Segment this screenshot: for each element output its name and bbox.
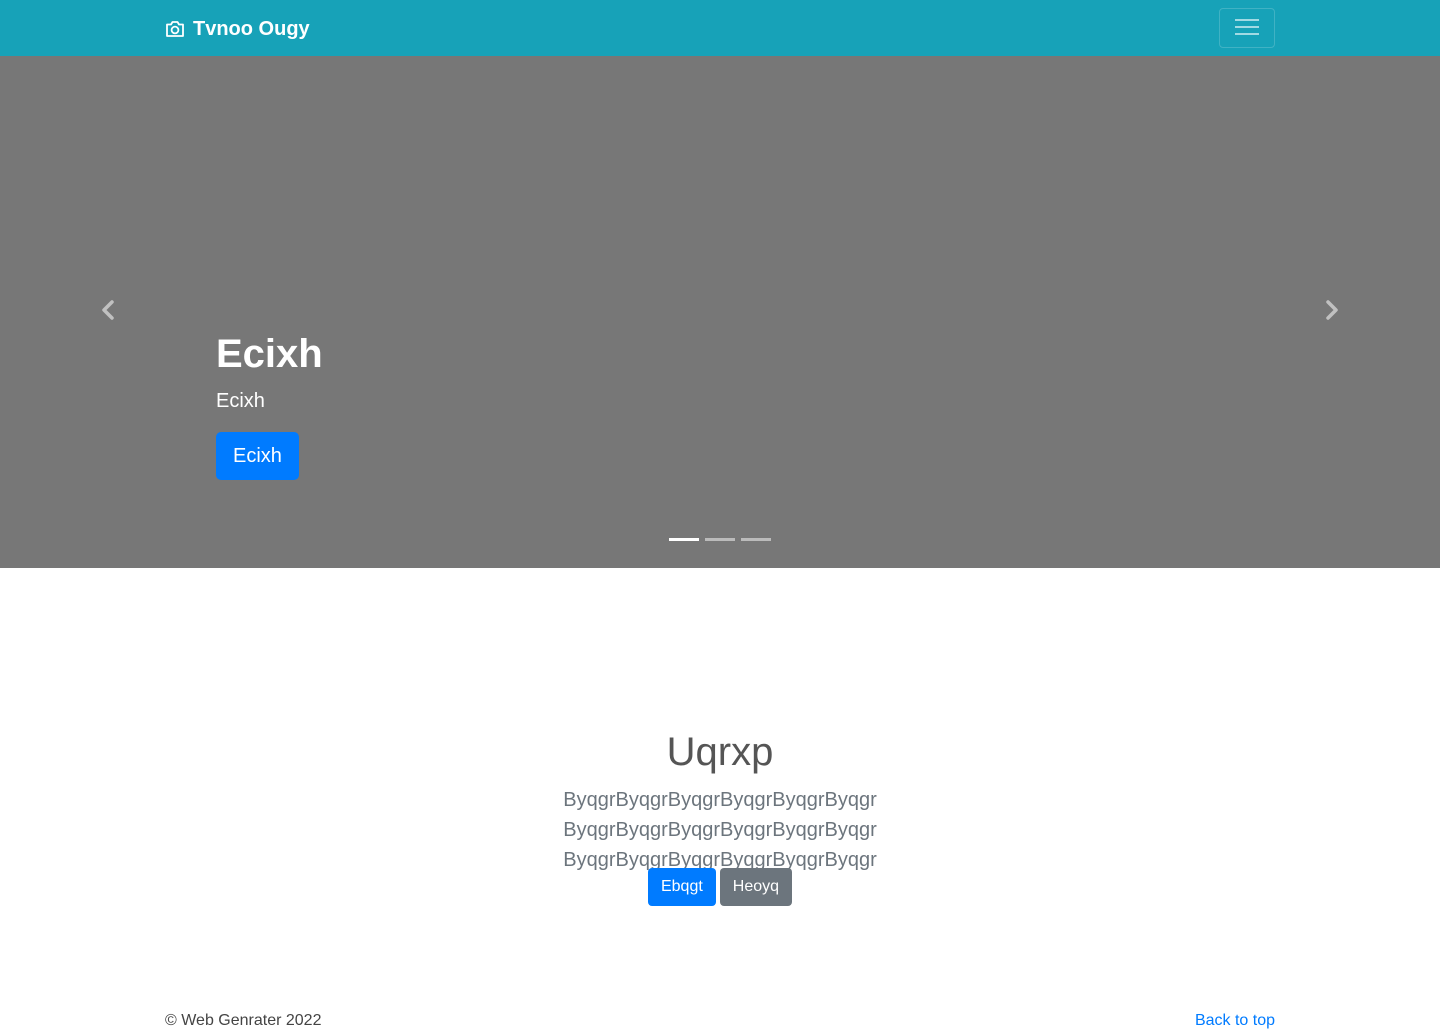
carousel-next-button[interactable] [1224, 56, 1440, 568]
carousel-indicator-1[interactable] [669, 538, 699, 541]
carousel-indicators [0, 538, 1440, 541]
slide-button[interactable]: Ecixh [216, 432, 299, 480]
copyright-text: © Web Genrater 2022 [165, 1012, 322, 1029]
back-to-top-link[interactable]: Back to top [1195, 1012, 1275, 1030]
secondary-button[interactable]: Heoyq [719, 868, 793, 906]
slide-heading: Ecixh [216, 332, 323, 376]
brand-name: Tvnoo Ougy [193, 17, 310, 40]
hero-lead: ByqgrByqgrByqgrByqgrByqgrByqgr ByqgrByqg… [563, 789, 877, 871]
carousel-indicator-3[interactable] [741, 538, 771, 541]
chevron-left-icon [100, 299, 116, 325]
camera-icon [165, 20, 185, 38]
carousel-indicator-2[interactable] [705, 538, 735, 541]
hero-actions: Ebqgt Heoyq [0, 868, 1440, 906]
navbar: Tvnoo Ougy [0, 0, 1440, 56]
hamburger-menu-icon [1234, 17, 1260, 40]
chevron-right-icon [1324, 299, 1340, 325]
carousel-prev-button[interactable] [0, 56, 216, 568]
slide-text: Ecixh [216, 390, 265, 412]
brand-link[interactable]: Tvnoo Ougy [165, 16, 310, 42]
carousel-caption: Ecixh Ecixh Ecixh [216, 330, 1224, 480]
hero-title: Uqrxp [666, 730, 774, 774]
primary-button[interactable]: Ebqgt [647, 868, 716, 906]
jumbotron: Uqrxp ByqgrByqgrByqgrByqgrByqgrByqgr Byq… [0, 568, 1440, 948]
footer: © Web Genrater 2022 Back to top [0, 1008, 1440, 1034]
hero-carousel: Ecixh Ecixh Ecixh [0, 56, 1440, 568]
navbar-toggle-button[interactable] [1219, 8, 1275, 48]
